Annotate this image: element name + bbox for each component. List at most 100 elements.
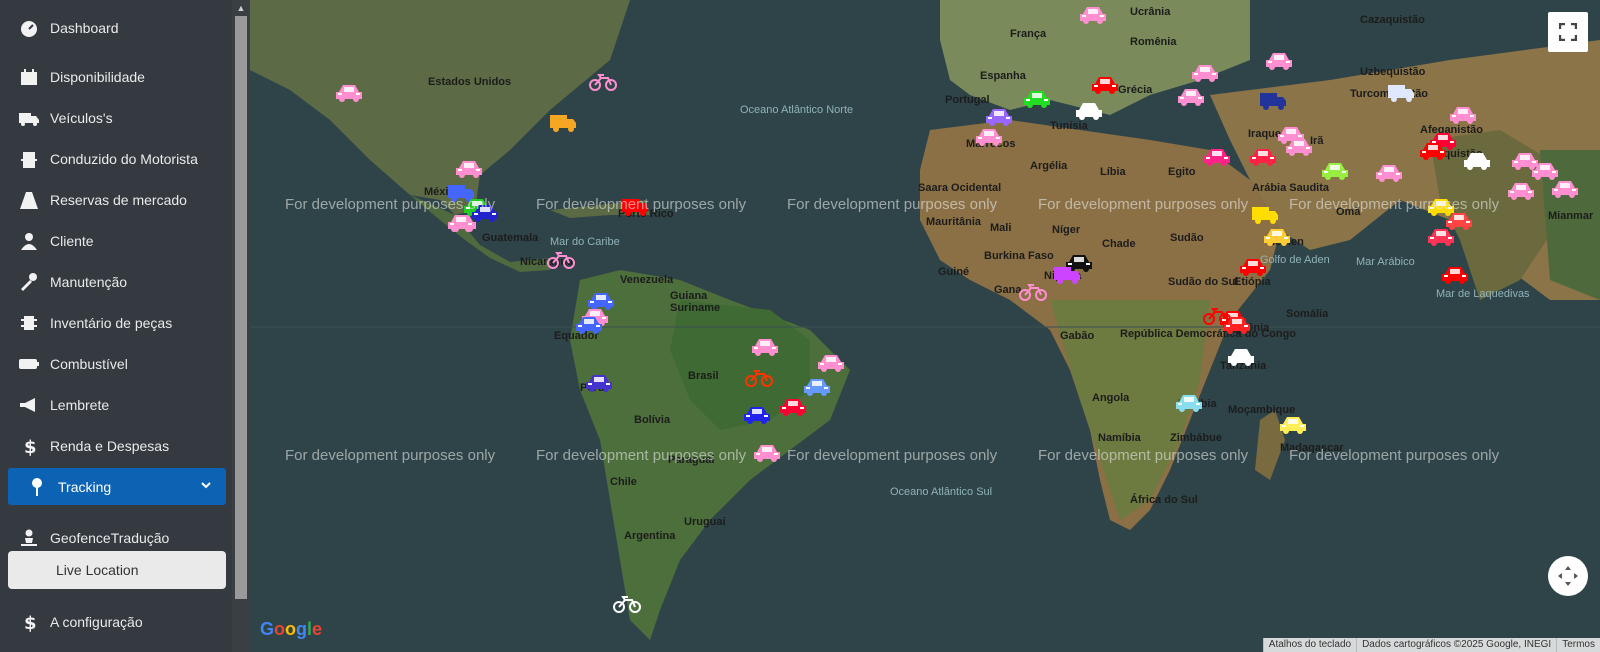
vehicle-marker-car[interactable] — [1506, 180, 1536, 202]
vehicle-marker-car[interactable] — [1090, 74, 1120, 96]
battery-icon — [19, 359, 39, 369]
sidebar-item-ve-culos-s[interactable]: Veículos's — [18, 104, 228, 132]
vehicle-marker-car[interactable] — [1440, 264, 1470, 286]
vehicle-marker-car[interactable] — [750, 336, 780, 358]
vehicle-marker-car[interactable] — [446, 212, 476, 234]
vehicle-marker-bike[interactable] — [612, 592, 642, 614]
vehicle-marker-bike[interactable] — [1018, 280, 1048, 302]
sidebar-scrollbar[interactable]: ▲ — [232, 0, 250, 652]
vehicle-marker-truck[interactable] — [548, 112, 578, 134]
vehicle-marker-car[interactable] — [454, 158, 484, 180]
sidebar-item-invent-rio-de-pe-as[interactable]: Inventário de peças — [18, 309, 228, 337]
scroll-up-arrow-icon[interactable]: ▲ — [235, 2, 247, 14]
vehicle-marker-car[interactable] — [778, 396, 808, 418]
vehicle-marker-car[interactable] — [1284, 136, 1314, 158]
vehicle-marker-car[interactable] — [1190, 62, 1220, 84]
vehicle-marker-car[interactable] — [1374, 162, 1404, 184]
fullscreen-button[interactable] — [1548, 12, 1588, 52]
sidebar-item-reservas-de-mercado[interactable]: Reservas de mercado — [18, 186, 228, 214]
vehicle-marker-car[interactable] — [1320, 160, 1350, 182]
pan-control-button[interactable] — [1548, 556, 1588, 596]
country-label: Uruguai — [684, 516, 726, 528]
car-icon — [818, 355, 844, 372]
country-label: Bolívia — [634, 414, 671, 426]
sidebar-item-label: Inventário de peças — [50, 315, 173, 331]
country-label: Somália — [1286, 308, 1329, 320]
vehicle-marker-car[interactable] — [1238, 256, 1268, 278]
country-label: Gabão — [1060, 330, 1095, 342]
vehicle-marker-car[interactable] — [742, 404, 772, 426]
vehicle-marker-truck[interactable] — [1386, 82, 1416, 104]
vehicle-marker-truck[interactable] — [1052, 264, 1082, 286]
country-label: Líbia — [1100, 166, 1126, 178]
vehicle-marker-car[interactable] — [816, 352, 846, 374]
person-pin-icon — [21, 529, 37, 546]
vehicle-marker-car[interactable] — [1226, 346, 1256, 368]
sidebar-item-combust-vel[interactable]: Combustível — [18, 350, 228, 378]
vehicle-marker-car[interactable] — [574, 314, 604, 336]
vehicle-marker-car[interactable] — [802, 376, 832, 398]
chevron-down-icon[interactable] — [200, 479, 212, 491]
vehicle-marker-car[interactable] — [1278, 414, 1308, 436]
vehicle-marker-car[interactable] — [974, 126, 1004, 148]
vehicle-marker-car[interactable] — [1550, 178, 1580, 200]
ocean-label: Golfo de Aden — [1260, 254, 1330, 266]
vehicle-marker-car[interactable] — [1248, 146, 1278, 168]
vehicle-marker-car[interactable] — [984, 106, 1014, 128]
sidebar-item-configuration[interactable]: $ A configuração — [18, 608, 228, 636]
vehicle-marker-car[interactable] — [1426, 226, 1456, 248]
vehicle-marker-car[interactable] — [1222, 314, 1252, 336]
vehicle-marker-car[interactable] — [1176, 86, 1206, 108]
vehicle-marker-car[interactable] — [334, 82, 364, 104]
vehicle-marker-car[interactable] — [584, 372, 614, 394]
scrollbar-thumb[interactable] — [235, 16, 247, 599]
vehicle-marker-car[interactable] — [1418, 140, 1448, 162]
sidebar-item-label: Disponibilidade — [50, 69, 145, 85]
map-attribution: Atalhos do teclado Dados cartográficos ©… — [1262, 638, 1600, 652]
vehicle-marker-car[interactable] — [1462, 150, 1492, 172]
vehicle-marker-car[interactable] — [1262, 226, 1292, 248]
vehicle-marker-bike[interactable] — [744, 366, 774, 388]
sidebar-item-lembrete[interactable]: Lembrete — [18, 391, 228, 419]
keyboard-shortcuts-link[interactable]: Atalhos do teclado — [1262, 638, 1356, 652]
vehicle-marker-car[interactable] — [1078, 4, 1108, 26]
country-label: Mali — [990, 222, 1012, 234]
vehicle-marker-bike[interactable] — [546, 248, 576, 270]
sidebar-item-label: Dashboard — [50, 20, 119, 36]
sidebar-item-tracking[interactable]: Tracking — [8, 468, 226, 505]
vehicle-marker-truck[interactable] — [1258, 90, 1288, 112]
sidebar-item-manuten-o[interactable]: Manutenção — [18, 268, 228, 296]
car-icon — [1204, 149, 1230, 166]
country-label: Sudão — [1170, 232, 1204, 244]
car-icon — [1228, 349, 1254, 366]
submenu-item-live-location[interactable]: Live Location — [8, 551, 226, 589]
truck-icon — [1054, 267, 1080, 284]
sidebar-item-dashboard[interactable]: Dashboard — [18, 14, 228, 42]
vehicle-marker-car[interactable] — [1074, 100, 1104, 122]
country-label: Suriname — [670, 302, 721, 314]
car-icon — [754, 445, 780, 462]
svg-text:$: $ — [24, 613, 37, 632]
car-icon — [976, 129, 1002, 146]
vehicle-marker-car[interactable] — [1448, 104, 1478, 126]
terms-link[interactable]: Termos — [1556, 638, 1600, 652]
vehicle-marker-car[interactable] — [1202, 146, 1232, 168]
sidebar-item-geofence[interactable]: GeofenceTradução — [18, 524, 228, 552]
vehicle-marker-car[interactable] — [1264, 50, 1294, 72]
vehicle-marker-car[interactable] — [752, 442, 782, 464]
country-label: Arábia Saudita — [1252, 182, 1330, 194]
vehicle-marker-car[interactable] — [1174, 392, 1204, 414]
vehicle-marker-bike[interactable] — [588, 70, 618, 92]
sidebar-item-renda-e-despesas[interactable]: $ Renda e Despesas — [18, 432, 228, 460]
map-pin-icon — [32, 477, 42, 496]
map-view[interactable]: Ucrânia Cazaquistão França Romênia Espanha Uz… — [250, 0, 1600, 652]
country-label: Cazaquistão — [1360, 14, 1425, 26]
sidebar-item-cliente[interactable]: Cliente — [18, 227, 228, 255]
sidebar-item-conduzido-do-motorista[interactable]: Conduzido do Motorista — [18, 145, 228, 173]
car-icon — [804, 379, 830, 396]
sidebar-item-label: Conduzido do Motorista — [50, 151, 198, 167]
dev-watermark: For development purposes only — [285, 447, 496, 464]
vehicle-marker-truck[interactable] — [1250, 204, 1280, 226]
sidebar-item-disponibilidade[interactable]: Disponibilidade — [18, 63, 228, 91]
vehicle-marker-car[interactable] — [1022, 88, 1052, 110]
